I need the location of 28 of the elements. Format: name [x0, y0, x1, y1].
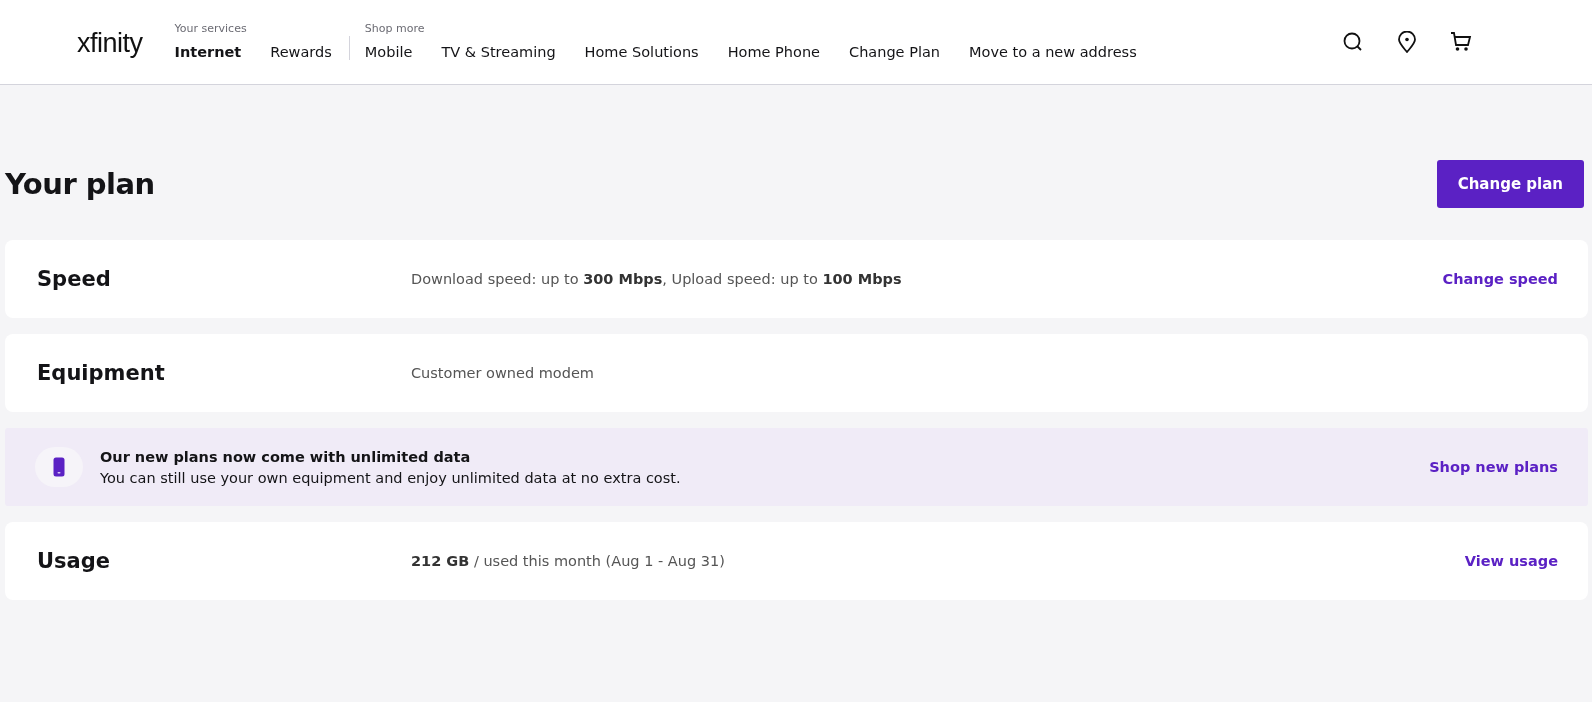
card-title: Usage	[37, 549, 111, 573]
location-pin-icon[interactable]	[1397, 31, 1417, 53]
page-title: Your plan	[5, 167, 155, 201]
card-detail: Customer owned modem	[411, 365, 594, 381]
nav-link[interactable]: TV & Streaming	[441, 44, 556, 60]
card-link[interactable]: Change speed	[1442, 271, 1558, 287]
nav-group-label: Shop more	[364, 22, 426, 35]
card-detail: Download speed: up to 300 Mbps, Upload speed: up to 100 Mbps	[411, 271, 902, 287]
card-link[interactable]: Shop new plans	[1429, 459, 1558, 475]
search-icon[interactable]	[1342, 31, 1364, 53]
card-title: Speed	[37, 267, 112, 291]
nav-link[interactable]: Internet	[174, 44, 242, 60]
nav-link[interactable]: Mobile	[364, 44, 413, 60]
cart-icon[interactable]	[1450, 31, 1472, 53]
xfinity-logo[interactable]: xfinity	[77, 27, 143, 59]
card-link[interactable]: View usage	[1464, 553, 1558, 569]
card-detail: 212 GB / used this month (Aug 1 - Aug 31)	[411, 553, 725, 569]
phone-icon	[53, 457, 65, 477]
card-title: Equipment	[37, 361, 166, 385]
nav-link[interactable]: Home Solutions	[584, 44, 699, 60]
nav-group-label: Your services	[174, 22, 248, 35]
banner-text: You can still use your own equipment and enjoy unlimited data at no extra cost.	[100, 469, 681, 486]
change-plan-button[interactable]: Change plan	[1436, 160, 1584, 208]
nav-link[interactable]: Move to a new address	[969, 44, 1137, 60]
nav-link[interactable]: Change Plan	[849, 44, 940, 60]
banner-title: Our new plans now come with unlimited data	[100, 448, 472, 465]
nav-link[interactable]: Rewards	[270, 44, 332, 60]
nav-link[interactable]: Home Phone	[727, 44, 820, 60]
